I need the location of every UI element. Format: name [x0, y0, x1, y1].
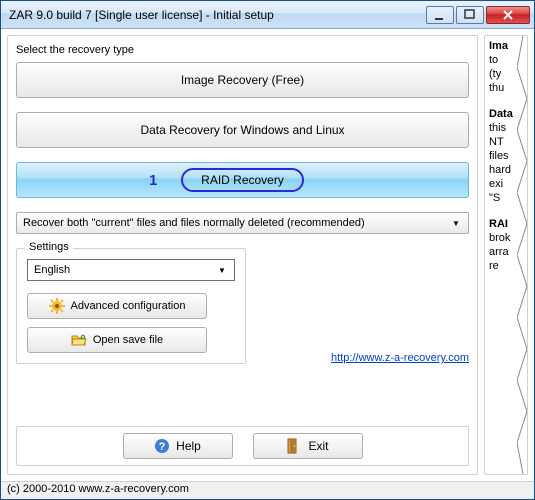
close-button[interactable] [486, 6, 530, 24]
recovery-mode-value: Recover both "current" files and files n… [23, 217, 365, 229]
select-recovery-label: Select the recovery type [16, 44, 469, 56]
recovery-mode-dropdown[interactable]: Recover both "current" files and files n… [16, 212, 469, 234]
language-dropdown[interactable]: English ▼ [27, 259, 235, 281]
exit-button[interactable]: Exit [253, 433, 363, 459]
image-recovery-button[interactable]: Image Recovery (Free) [16, 62, 469, 98]
help-button[interactable]: ? Help [123, 433, 233, 459]
website-link-row: http://www.z-a-recovery.com [256, 352, 469, 364]
window-title: ZAR 9.0 build 7 [Single user license] - … [9, 8, 426, 22]
raid-recovery-label: RAID Recovery [201, 173, 284, 187]
raid-recovery-highlight: RAID Recovery [181, 168, 304, 192]
main-panel: Select the recovery type Image Recovery … [7, 35, 478, 475]
minimize-button[interactable] [426, 6, 454, 24]
chevron-down-icon: ▼ [214, 263, 230, 277]
advanced-config-label: Advanced configuration [71, 300, 186, 312]
advanced-config-button[interactable]: Advanced configuration [27, 293, 207, 319]
language-value: English [34, 264, 70, 276]
window-controls [426, 6, 530, 24]
torn-edge-icon [517, 36, 528, 474]
body-area: Select the recovery type Image Recovery … [1, 29, 534, 481]
status-bar: (c) 2000-2010 www.z-a-recovery.com [1, 481, 534, 499]
bottom-bar: ? Help Exit [16, 426, 469, 466]
settings-legend: Settings [25, 241, 73, 253]
annotation-number: 1 [149, 172, 157, 189]
settings-group: Settings English ▼ Advanced configuratio… [16, 248, 246, 364]
help-icon: ? [154, 438, 170, 454]
door-exit-icon [286, 438, 302, 454]
website-link[interactable]: http://www.z-a-recovery.com [331, 352, 469, 364]
svg-text:?: ? [159, 441, 166, 453]
maximize-button[interactable] [456, 6, 484, 24]
raid-recovery-button[interactable]: 1 RAID Recovery [16, 162, 469, 198]
open-save-file-label: Open save file [93, 334, 163, 346]
titlebar: ZAR 9.0 build 7 [Single user license] - … [1, 1, 534, 29]
info-panel: Ima to (ty thu Data this NT files hard e… [484, 35, 528, 475]
exit-label: Exit [308, 439, 328, 453]
chevron-down-icon: ▼ [448, 216, 464, 230]
open-save-file-button[interactable]: Open save file [27, 327, 207, 353]
image-recovery-label: Image Recovery (Free) [181, 73, 304, 87]
gear-icon [49, 298, 65, 314]
data-recovery-label: Data Recovery for Windows and Linux [140, 123, 344, 137]
copyright-text: (c) 2000-2010 www.z-a-recovery.com [7, 483, 189, 495]
folder-open-icon [71, 332, 87, 348]
help-label: Help [176, 439, 201, 453]
app-window: ZAR 9.0 build 7 [Single user license] - … [0, 0, 535, 500]
data-recovery-button[interactable]: Data Recovery for Windows and Linux [16, 112, 469, 148]
